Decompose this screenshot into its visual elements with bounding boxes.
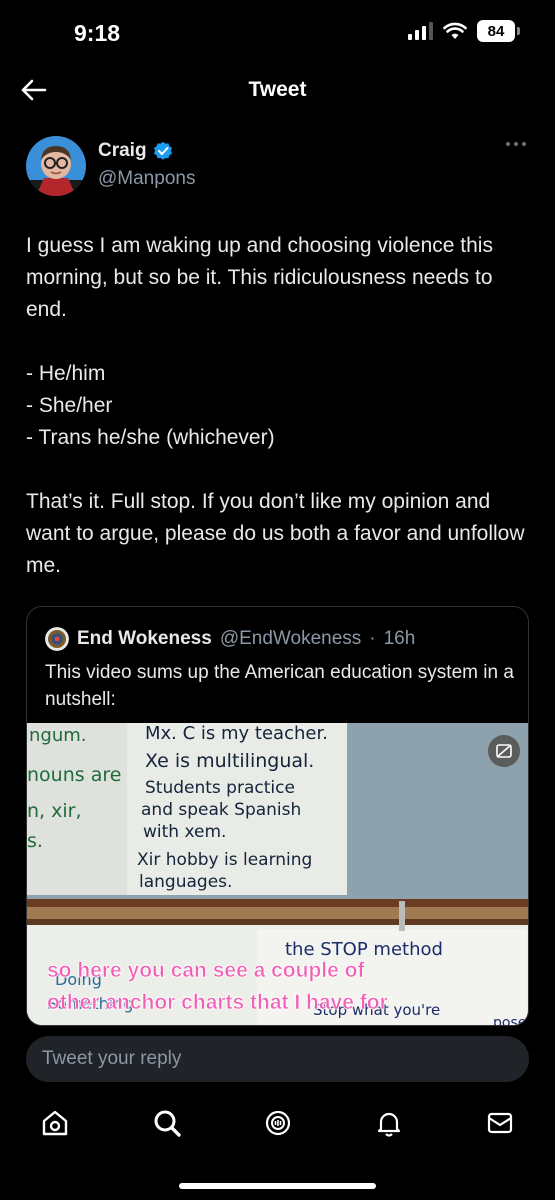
status-indicators: 84 xyxy=(408,20,520,42)
spaces-icon[interactable] xyxy=(263,1108,293,1138)
status-bar: 9:18 84 xyxy=(0,0,555,62)
verified-badge-icon xyxy=(153,141,172,160)
home-indicator xyxy=(179,1183,376,1189)
quote-author-name: End Wokeness xyxy=(77,628,212,649)
author-name[interactable]: Craig xyxy=(98,140,147,162)
cellular-signal-icon xyxy=(408,22,433,40)
status-time: 9:18 xyxy=(74,20,121,46)
board-right-line: the STOP method xyxy=(285,939,443,960)
reply-placeholder: Tweet your reply xyxy=(42,1048,182,1069)
quoted-tweet[interactable]: End Wokeness @EndWokeness · 16h This vid… xyxy=(26,606,529,1026)
quote-text: This video sums up the American educatio… xyxy=(45,662,514,710)
avatar[interactable] xyxy=(26,136,86,196)
board-center-line: Students practice xyxy=(145,778,295,798)
board-left-line: s. xyxy=(27,830,43,852)
quote-separator: · xyxy=(369,628,376,649)
home-icon[interactable] xyxy=(40,1108,70,1138)
messages-icon[interactable] xyxy=(485,1108,515,1138)
tweet-author: Craig @Manpons xyxy=(26,128,529,198)
quote-time: 16h xyxy=(383,628,416,649)
board-center-line: Xe is multilingual. xyxy=(145,750,314,772)
author-name-row: Craig xyxy=(98,140,173,162)
reply-input[interactable]: Tweet your reply xyxy=(26,1036,529,1082)
search-icon[interactable] xyxy=(152,1108,182,1138)
author-handle[interactable]: @Manpons xyxy=(98,168,195,190)
board-right-line: pose xyxy=(493,1015,526,1026)
wifi-icon xyxy=(443,22,467,39)
board-center-line: Mx. C is my teacher. xyxy=(145,723,328,744)
board-center-line: with xem. xyxy=(143,822,226,842)
tweet-text: I guess I am waking up and choosing viol… xyxy=(26,234,525,577)
board-left-line: ngum. xyxy=(29,725,87,746)
top-nav: Tweet xyxy=(0,62,555,118)
quote-header: End Wokeness @EndWokeness · 16h xyxy=(45,627,415,651)
quote-video[interactable]: ngum. nouns are n, xir, s. Mx. C is my t… xyxy=(27,723,528,1026)
quote-author-handle: @EndWokeness xyxy=(219,628,362,649)
page-title: Tweet xyxy=(248,78,307,101)
board-center-line: languages. xyxy=(139,872,232,892)
battery-level: 84 xyxy=(487,22,505,40)
more-options-icon[interactable] xyxy=(505,140,527,148)
board-left-line: nouns are xyxy=(27,764,121,786)
board-center-line: and speak Spanish xyxy=(141,800,301,820)
quote-avatar xyxy=(45,627,69,651)
tweet: Craig @Manpons I guess I am waking up an… xyxy=(26,128,529,582)
bottom-tab-bar xyxy=(0,1098,555,1154)
board-left-line: n, xir, xyxy=(27,800,82,822)
sensitive-media-icon[interactable] xyxy=(488,735,520,767)
video-caption-line: other anchor charts that I have for xyxy=(47,991,388,1015)
video-caption-line: so here you can see a couple of xyxy=(47,959,365,983)
notifications-icon[interactable] xyxy=(374,1108,404,1138)
battery-icon: 84 xyxy=(477,20,520,42)
board-center-line: Xir hobby is learning xyxy=(137,850,312,870)
